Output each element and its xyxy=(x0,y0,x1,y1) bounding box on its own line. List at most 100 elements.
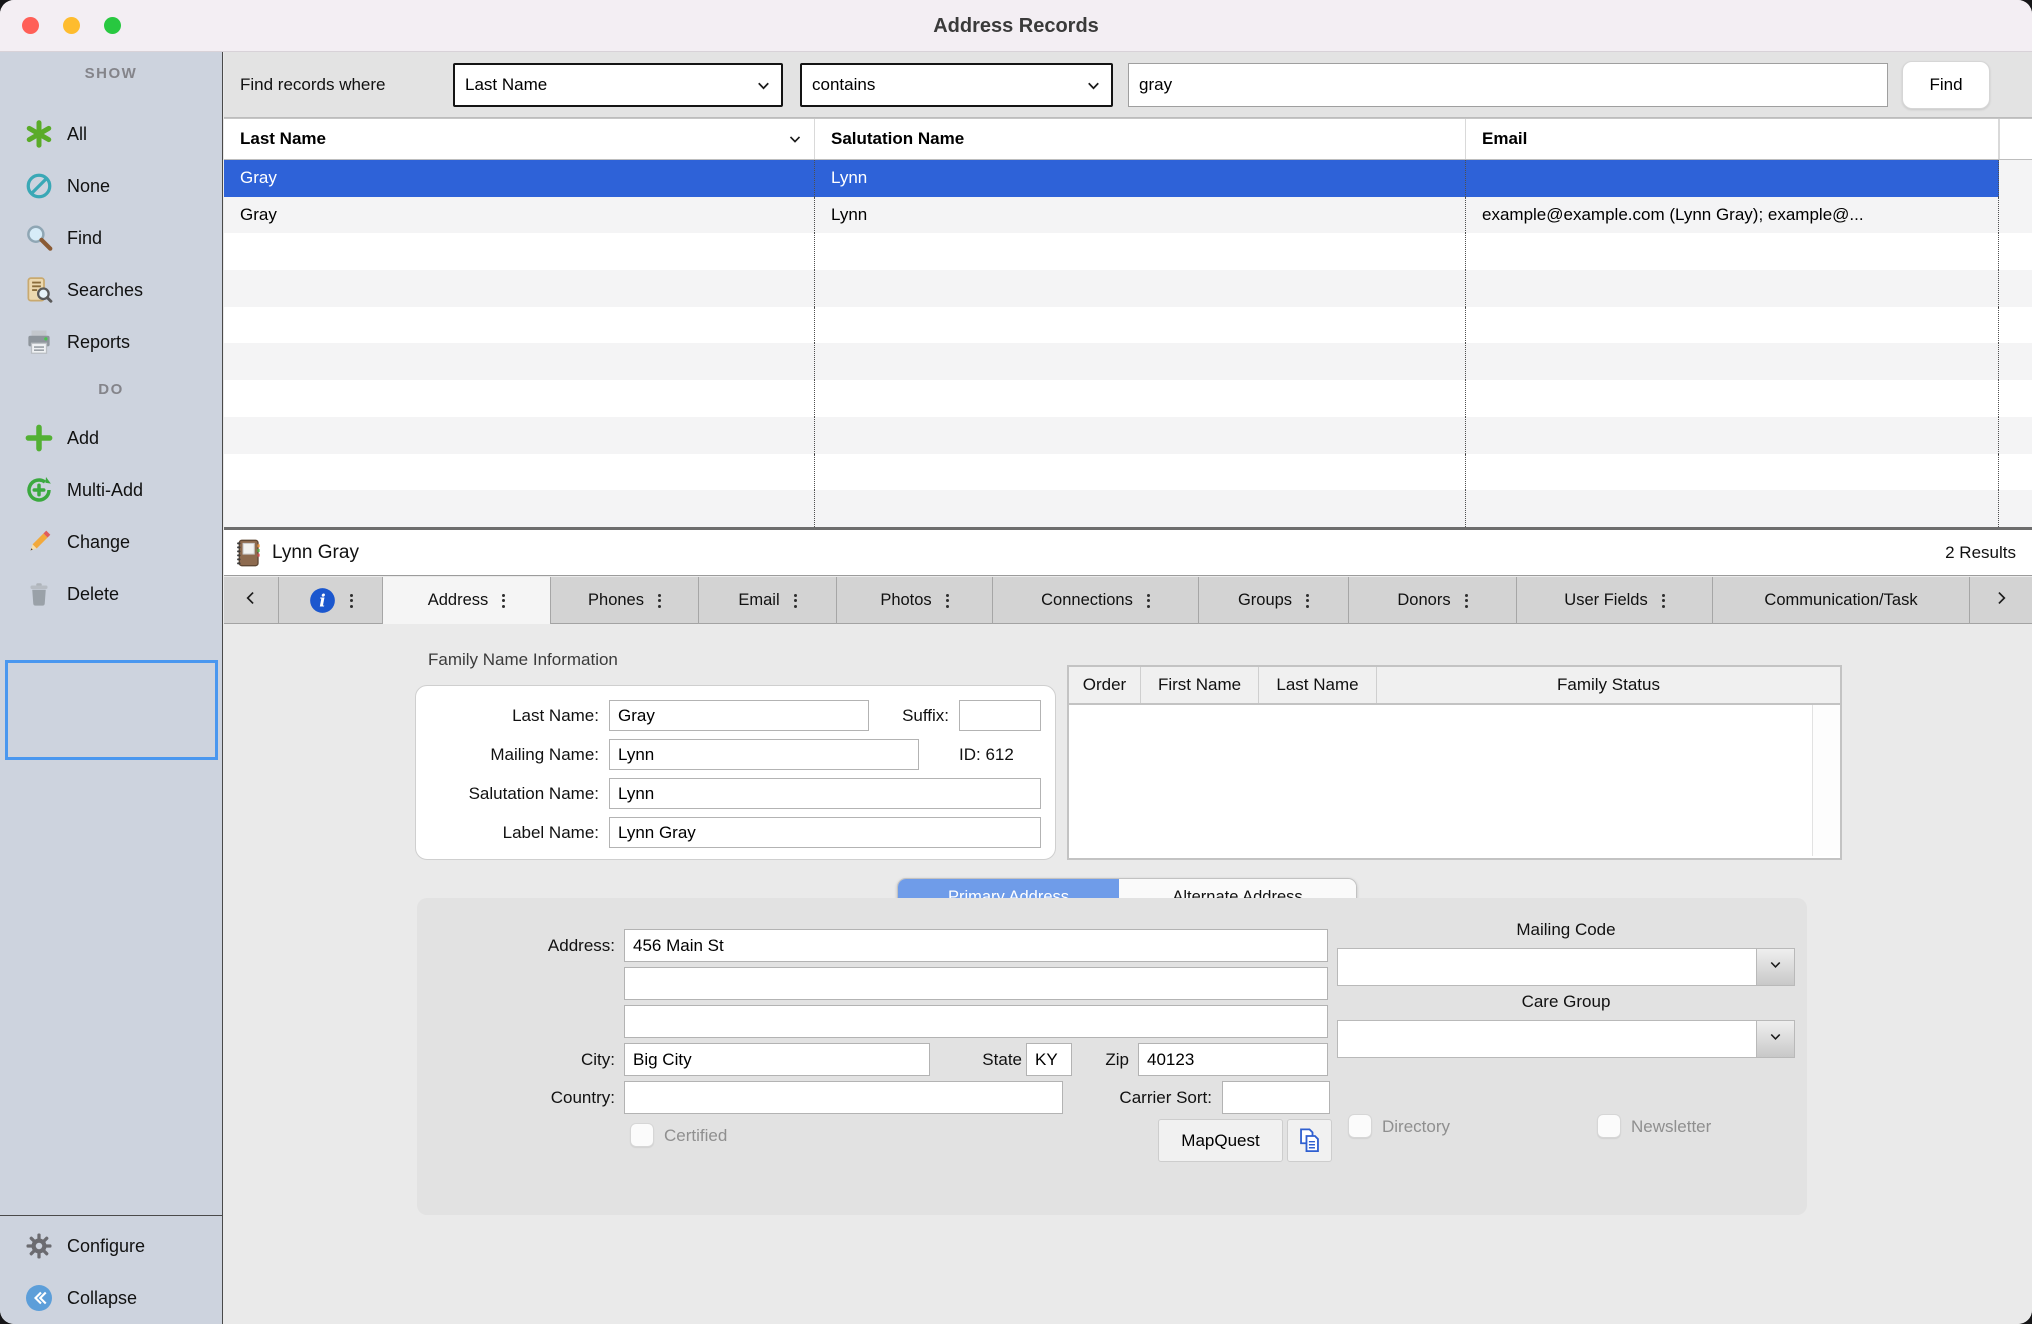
table-row-empty[interactable] xyxy=(224,270,2032,307)
sidebar-item-all[interactable]: All xyxy=(0,108,222,160)
cell: example@example.com (Lynn Gray); example… xyxy=(1466,197,1999,234)
tabs-scroll-left-button[interactable] xyxy=(224,577,279,623)
cell xyxy=(1466,417,1999,454)
table-row-empty[interactable] xyxy=(224,343,2032,380)
results-header: Last NameSalutation NameEmail xyxy=(224,118,2032,160)
address-line1-input[interactable] xyxy=(624,929,1328,962)
tab-menu-dots[interactable] xyxy=(502,594,505,608)
tab-menu-dots[interactable] xyxy=(350,594,353,608)
mailing-name-input[interactable] xyxy=(609,739,919,770)
tab-menu-dots[interactable] xyxy=(1147,594,1150,608)
field-select[interactable]: Last Name xyxy=(453,63,783,107)
sidebar-item-configure[interactable]: Configure xyxy=(0,1220,222,1272)
salutation-name-input[interactable] xyxy=(609,778,1041,809)
directory-label: Directory xyxy=(1382,1110,1512,1143)
sidebar-item-none[interactable]: None xyxy=(0,160,222,212)
tab-menu-dots[interactable] xyxy=(658,594,661,608)
sidebar-item-searches[interactable]: Searches xyxy=(0,264,222,316)
tab-menu-dots[interactable] xyxy=(1465,594,1468,608)
tab-groups[interactable]: Groups xyxy=(1199,577,1349,624)
tab-menu-dots[interactable] xyxy=(794,594,797,608)
operator-select-value: contains xyxy=(812,75,875,95)
cell xyxy=(224,380,815,417)
newsletter-checkbox[interactable] xyxy=(1597,1114,1621,1138)
mailing-name-label: Mailing Name: xyxy=(416,739,599,770)
sidebar-item-change[interactable]: Change xyxy=(0,516,222,568)
table-row[interactable]: GrayLynnexample@example.com (Lynn Gray);… xyxy=(224,197,2032,234)
tab-record-info[interactable]: i xyxy=(279,577,383,624)
table-row-empty[interactable] xyxy=(224,233,2032,270)
tab-photos[interactable]: Photos xyxy=(837,577,993,624)
country-input[interactable] xyxy=(624,1081,1063,1114)
row-gutter xyxy=(1999,380,2032,417)
row-gutter xyxy=(1999,197,2032,234)
address-line2-input[interactable] xyxy=(624,967,1328,1000)
row-gutter xyxy=(1999,490,2032,527)
tab-label: Donors xyxy=(1397,591,1450,610)
search-query-input[interactable] xyxy=(1128,63,1888,107)
collapse-icon xyxy=(24,1283,54,1313)
zip-input[interactable] xyxy=(1138,1043,1328,1076)
tab-phones[interactable]: Phones xyxy=(551,577,699,624)
label-name-input[interactable] xyxy=(609,817,1041,848)
tab-connections[interactable]: Connections xyxy=(993,577,1199,624)
country-label: Country: xyxy=(417,1081,615,1114)
family-members-scrollbar[interactable] xyxy=(1812,705,1840,856)
find-button[interactable]: Find xyxy=(1902,61,1990,109)
copy-address-button[interactable] xyxy=(1287,1119,1332,1162)
sidebar-item-multi-add[interactable]: Multi-Add xyxy=(0,464,222,516)
family-members-body xyxy=(1069,705,1840,856)
mailing-code-select[interactable] xyxy=(1337,948,1795,986)
care-group-select[interactable] xyxy=(1337,1020,1795,1058)
sidebar-item-reports[interactable]: Reports xyxy=(0,316,222,368)
certified-checkbox[interactable] xyxy=(630,1123,654,1147)
column-header-salutation-name[interactable]: Salutation Name xyxy=(815,119,1466,159)
tab-menu-dots[interactable] xyxy=(1306,594,1309,608)
city-input[interactable] xyxy=(624,1043,930,1076)
row-gutter xyxy=(1999,454,2032,491)
sidebar-item-collapse[interactable]: Collapse xyxy=(0,1272,222,1324)
gear-icon xyxy=(24,1231,54,1261)
chevron-down-icon xyxy=(754,76,773,95)
directory-checkbox[interactable] xyxy=(1348,1114,1372,1138)
city-label: City: xyxy=(417,1043,615,1076)
tab-menu-dots[interactable] xyxy=(1662,594,1665,608)
mailing-code-dropdown-button[interactable] xyxy=(1756,949,1794,985)
tab-menu-dots[interactable] xyxy=(946,594,949,608)
mapquest-button[interactable]: MapQuest xyxy=(1158,1119,1283,1162)
table-row-empty[interactable] xyxy=(224,307,2032,344)
cell xyxy=(1466,490,1999,527)
address-line3-input[interactable] xyxy=(624,1005,1328,1038)
table-row[interactable]: GrayLynn xyxy=(224,160,2032,197)
sidebar-item-label: Add xyxy=(67,428,99,449)
sidebar-item-find[interactable]: Find xyxy=(0,212,222,264)
detail-content: Family Name Information Last Name: Suffi… xyxy=(224,624,2032,1324)
sidebar-item-delete[interactable]: Delete xyxy=(0,568,222,620)
table-row-empty[interactable] xyxy=(224,490,2032,527)
multi-add-icon xyxy=(24,475,54,505)
column-header-email[interactable]: Email xyxy=(1466,119,1999,159)
row-gutter xyxy=(1999,270,2032,307)
suffix-input[interactable] xyxy=(959,700,1041,731)
results-count: 2 Results xyxy=(1945,530,2016,576)
cell: Lynn xyxy=(815,197,1466,234)
table-row-empty[interactable] xyxy=(224,454,2032,491)
tab-user-fields[interactable]: User Fields xyxy=(1517,577,1713,624)
tab-donors[interactable]: Donors xyxy=(1349,577,1517,624)
carrier-sort-input[interactable] xyxy=(1222,1081,1330,1114)
suffix-label: Suffix: xyxy=(869,700,949,731)
tab-email[interactable]: Email xyxy=(699,577,837,624)
sidebar-item-add[interactable]: Add xyxy=(0,412,222,464)
state-input[interactable] xyxy=(1026,1043,1072,1076)
tab-communication-task[interactable]: Communication/Task xyxy=(1713,577,1970,624)
column-header-last-name[interactable]: Last Name xyxy=(224,119,815,159)
operator-select[interactable]: contains xyxy=(800,63,1113,107)
mailing-code-label: Mailing Code xyxy=(1337,920,1795,940)
table-row-empty[interactable] xyxy=(224,417,2032,454)
plus-icon xyxy=(24,423,54,453)
tab-address[interactable]: Address xyxy=(383,577,551,624)
care-group-dropdown-button[interactable] xyxy=(1756,1021,1794,1057)
last-name-input[interactable] xyxy=(609,700,869,731)
tabs-scroll-right-button[interactable] xyxy=(1970,577,2032,623)
table-row-empty[interactable] xyxy=(224,380,2032,417)
